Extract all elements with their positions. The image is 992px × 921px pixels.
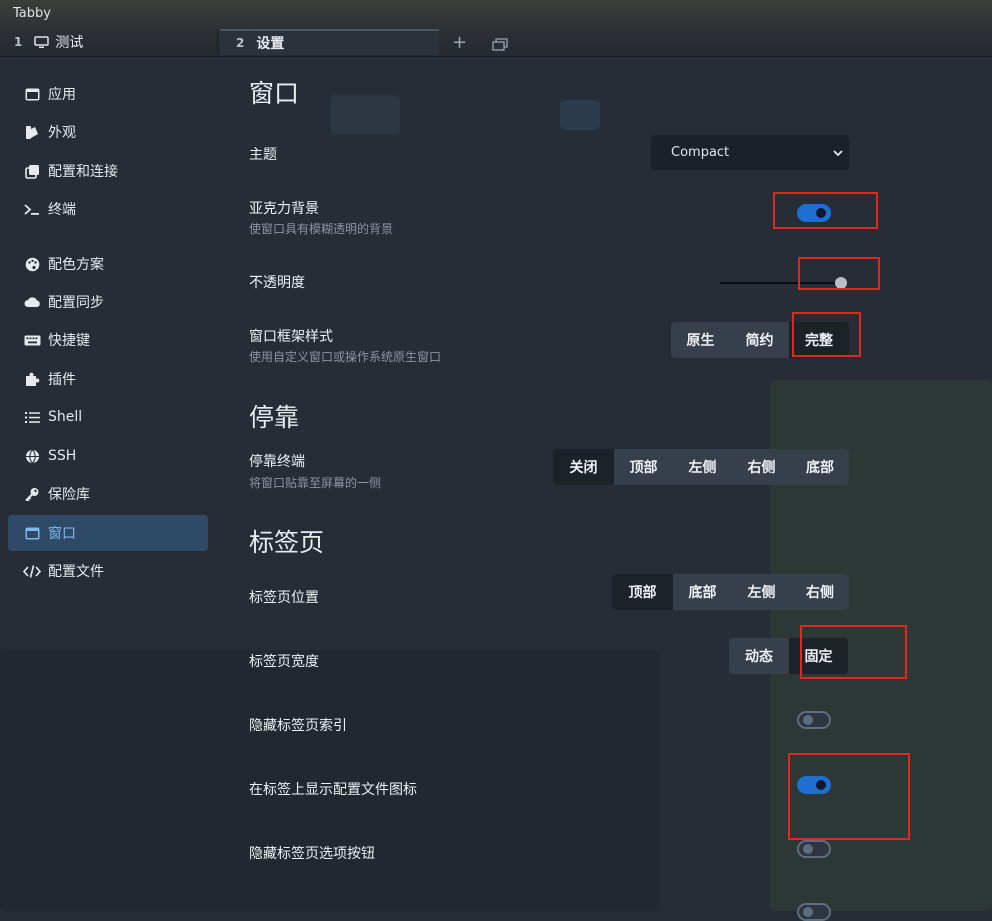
sidebar-item-label: 配置和连接	[48, 164, 118, 180]
tab-number: 2	[236, 36, 245, 50]
tab-label: 测试	[55, 35, 84, 51]
settings-sidebar: 应用 外观 配置和连接 终端 配色方案 配置同步 快捷键 插件 Shell SS…	[0, 56, 220, 911]
frame-native-button[interactable]: 原生	[671, 322, 730, 358]
app-title: Tabby	[13, 6, 51, 21]
dock-off-button[interactable]: 关闭	[553, 449, 614, 485]
dock-desc: 将窗口贴靠至屏幕的一侧	[249, 476, 382, 490]
highlight-box	[788, 753, 910, 840]
sidebar-item-ssh[interactable]: SSH	[8, 438, 208, 474]
add-tab-button[interactable]: +	[452, 32, 467, 53]
chevron-down-icon	[833, 146, 843, 161]
tab-settings[interactable]: 2 设置	[220, 29, 439, 55]
frame-style-label: 窗口框架样式	[249, 329, 333, 345]
tab-terminal[interactable]: 1 测试	[0, 29, 218, 55]
palette-icon	[22, 257, 42, 272]
monitor-icon	[34, 35, 50, 49]
hide-tab-index-label: 隐藏标签页索引	[249, 718, 347, 734]
sidebar-item-profiles[interactable]: 配置和连接	[8, 153, 208, 189]
tab-width-label: 标签页宽度	[249, 654, 319, 670]
opacity-label: 不透明度	[249, 275, 305, 291]
dock-right-button[interactable]: 右侧	[732, 449, 791, 485]
hide-tab-index-toggle[interactable]	[797, 711, 831, 729]
tab-position-top-button[interactable]: 顶部	[612, 574, 673, 610]
sidebar-item-label: 窗口	[48, 526, 76, 542]
sidebar-item-label: 应用	[48, 87, 76, 103]
tab-position-right-button[interactable]: 右侧	[791, 574, 849, 610]
highlight-box	[800, 625, 907, 679]
sidebar-item-plugins[interactable]: 插件	[8, 361, 208, 397]
sidebar-item-appearance[interactable]: 外观	[8, 114, 208, 150]
sidebar-item-label: 快捷键	[48, 333, 90, 349]
sidebar-item-window[interactable]: 窗口	[8, 515, 208, 551]
hide-tab-options-toggle[interactable]	[797, 840, 831, 858]
sidebar-item-label: 配置文件	[48, 564, 104, 580]
theme-select[interactable]: Compact	[651, 135, 849, 170]
frame-minimal-button[interactable]: 简约	[730, 322, 789, 358]
highlight-box	[798, 257, 880, 290]
globe-icon	[22, 449, 42, 464]
theme-select-value: Compact	[671, 145, 730, 160]
tab-position-bottom-button[interactable]: 底部	[673, 574, 732, 610]
theme-label: 主题	[249, 147, 277, 163]
list-icon	[22, 411, 42, 424]
section-title-window: 窗口	[249, 79, 300, 108]
dock-bottom-button[interactable]: 底部	[791, 449, 849, 485]
sidebar-item-label: 保险库	[48, 487, 90, 503]
acrylic-label: 亚克力背景	[249, 201, 319, 217]
tab-number: 1	[14, 35, 23, 49]
cloud-icon	[22, 296, 42, 308]
window-layout-icon[interactable]	[492, 36, 508, 55]
sidebar-item-terminal[interactable]: 终端	[8, 191, 208, 227]
sidebar-item-label: 外观	[48, 125, 76, 141]
section-title-tabs: 标签页	[249, 528, 325, 557]
dock-group: 关闭 顶部 左侧 右侧 底部	[553, 449, 849, 485]
sidebar-item-label: Shell	[48, 409, 83, 425]
show-profile-icon-label: 在标签上显示配置文件图标	[249, 782, 417, 798]
partial-toggle[interactable]	[797, 903, 831, 921]
sidebar-item-label: 配置同步	[48, 295, 104, 311]
background-blur	[330, 95, 400, 135]
hide-tab-options-label: 隐藏标签页选项按钮	[249, 846, 375, 862]
sidebar-item-vault[interactable]: 保险库	[8, 476, 208, 512]
window-icon	[22, 88, 42, 101]
dock-left-button[interactable]: 左侧	[673, 449, 732, 485]
key-icon	[22, 487, 42, 501]
highlight-box	[773, 192, 878, 229]
dock-top-button[interactable]: 顶部	[614, 449, 673, 485]
highlight-box	[792, 312, 861, 357]
sidebar-item-shell[interactable]: Shell	[8, 399, 208, 435]
background-blur	[560, 100, 600, 130]
sidebar-item-label: 插件	[48, 372, 76, 388]
title-bar: Tabby 1 测试 2 设置 +	[0, 0, 992, 57]
puzzle-icon	[22, 372, 42, 387]
copy-icon	[22, 164, 42, 179]
tab-label: 设置	[256, 36, 285, 52]
sidebar-item-config-file[interactable]: 配置文件	[8, 553, 208, 589]
swatches-icon	[22, 125, 42, 140]
sidebar-item-app[interactable]: 应用	[8, 76, 208, 112]
sidebar-item-color-scheme[interactable]: 配色方案	[8, 246, 208, 282]
tab-width-dynamic-button[interactable]: 动态	[729, 638, 789, 674]
window-icon	[22, 527, 42, 540]
sidebar-item-label: 配色方案	[48, 257, 104, 273]
frame-style-desc: 使用自定义窗口或操作系统原生窗口	[249, 350, 442, 364]
sidebar-item-label: SSH	[48, 448, 77, 464]
code-icon	[22, 564, 42, 578]
tab-position-left-button[interactable]: 左侧	[732, 574, 791, 610]
sidebar-item-hotkeys[interactable]: 快捷键	[8, 322, 208, 358]
keyboard-icon	[22, 335, 42, 346]
terminal-icon	[22, 203, 42, 216]
sidebar-item-config-sync[interactable]: 配置同步	[8, 284, 208, 320]
sidebar-item-label: 终端	[48, 202, 76, 218]
acrylic-desc: 使窗口具有模糊透明的背景	[249, 222, 394, 236]
dock-label: 停靠终端	[249, 454, 305, 470]
tab-position-label: 标签页位置	[249, 590, 319, 606]
section-title-dock: 停靠	[249, 403, 300, 432]
tab-position-group: 顶部 底部 左侧 右侧	[612, 574, 849, 610]
